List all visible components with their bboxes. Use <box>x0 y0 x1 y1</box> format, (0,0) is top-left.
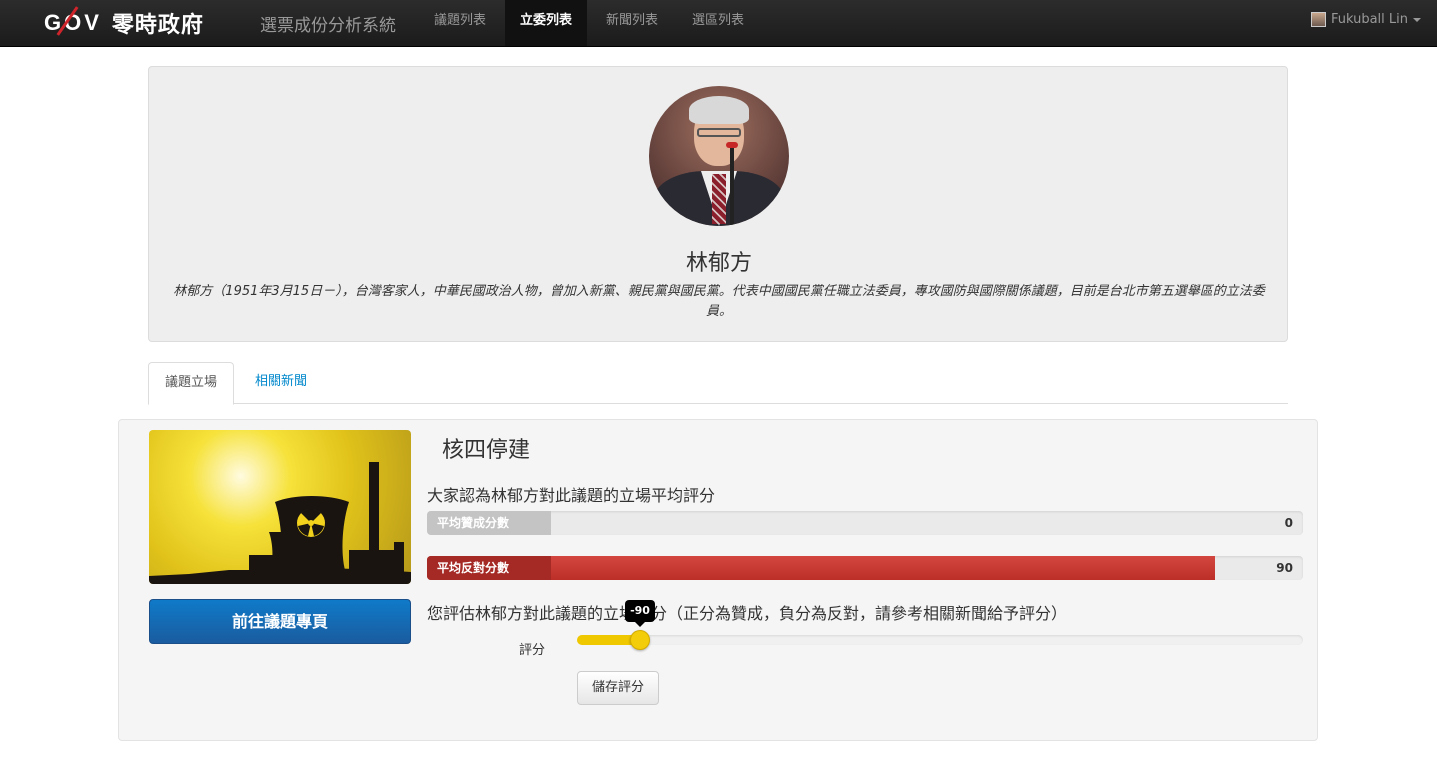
slider-value-text: -90 <box>630 604 650 617</box>
nav-item-districts[interactable]: 選區列表 <box>677 0 759 46</box>
legislator-name: 林郁方 <box>685 251 752 276</box>
average-score-label: 大家認為林郁方對此議題的立場平均評分 <box>427 486 716 505</box>
score-label: 評分 <box>519 643 546 658</box>
issue-card: 前往議題專頁 核四停建 大家認為林郁方對此議題的立場平均評分 平均贊成分數 0 … <box>118 419 1318 741</box>
score-slider[interactable] <box>577 630 1303 650</box>
legislator-bio: 林郁方（1951年3月15日－），台灣客家人，中華民國政治人物，曾加入新黨、親民… <box>173 284 1265 319</box>
oppose-score-label: 平均反對分數 <box>427 556 551 580</box>
navbar: GOV 零時政府 選票成份分析系統 議題列表 立委列表 新聞列表 選區列表 Fu… <box>0 0 1437 47</box>
user-menu[interactable]: Fukuball Lin <box>1310 12 1421 27</box>
rating-prompt: 您評估林郁方對此議題的立場評分（正分為贊成，負分為反對，請參考相關新聞給予評分） <box>427 604 1068 623</box>
go-to-issue-button[interactable]: 前往議題專頁 <box>149 599 411 644</box>
caret-down-icon <box>1413 17 1421 22</box>
slider-value-tooltip: -90 <box>625 600 655 627</box>
support-score-label: 平均贊成分數 <box>437 516 510 530</box>
oppose-score-value: 90 <box>1276 561 1293 575</box>
support-score-value: 0 <box>1284 516 1293 530</box>
site-logo[interactable]: GOV 零時政府 <box>44 6 204 38</box>
oppose-score-bar: 平均反對分數 90 <box>427 556 1303 580</box>
tab-related-news[interactable]: 相關新聞 <box>239 362 323 404</box>
tab-issue-stance[interactable]: 議題立場 <box>148 362 235 405</box>
issue-title: 核四停建 <box>442 438 531 463</box>
profile-tabs: 議題立場 相關新聞 <box>148 362 1288 405</box>
user-name: Fukuball Lin <box>1330 12 1408 27</box>
nuclear-plant-silhouette <box>149 462 411 584</box>
user-avatar <box>1310 12 1326 27</box>
score-slider-handle[interactable] <box>630 630 650 650</box>
nav-item-issues[interactable]: 議題列表 <box>419 0 501 46</box>
save-score-button[interactable]: 儲存評分 <box>577 671 659 705</box>
legislator-profile: 林郁方 林郁方（1951年3月15日－），台灣客家人，中華民國政治人物，曾加入新… <box>148 66 1288 342</box>
brand-subtitle[interactable]: 選票成份分析系統 <box>260 11 396 36</box>
support-score-bar: 平均贊成分數 0 <box>427 511 1303 535</box>
legislator-photo <box>649 86 789 226</box>
nuclear-plant-image <box>149 430 411 584</box>
nav-item-news[interactable]: 新聞列表 <box>591 0 673 46</box>
nav-item-legislators[interactable]: 立委列表 <box>505 0 588 46</box>
logo-title: 零時政府 <box>111 13 204 38</box>
